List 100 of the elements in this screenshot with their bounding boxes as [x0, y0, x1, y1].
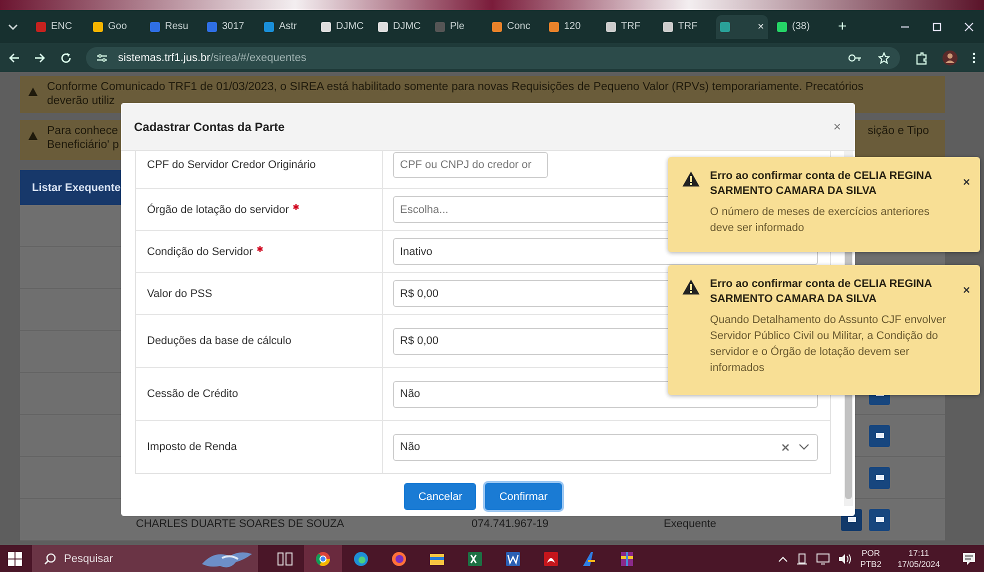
spreadsheet-icon[interactable]	[467, 550, 483, 566]
address-field[interactable]: sistemas.trf1.jus.br/sirea/#/exequentes	[86, 46, 900, 68]
forward-icon[interactable]	[34, 52, 46, 64]
close-button[interactable]: ×	[962, 175, 970, 242]
browser-tab[interactable]: DJMC	[317, 14, 369, 38]
field-label: Cessão de Crédito	[147, 388, 238, 400]
warning-icon	[28, 87, 38, 96]
close-button[interactable]: ×	[833, 119, 841, 134]
search-icon	[44, 552, 56, 564]
tab-title: Resu	[165, 21, 188, 32]
notice-text: sição e Tipo	[868, 124, 929, 138]
field-label: Condição do Servidor	[147, 246, 253, 258]
task-view-icon[interactable]	[277, 550, 293, 566]
tab-title: 3017	[222, 21, 244, 32]
browser-tab[interactable]: TRF	[659, 14, 711, 38]
field-label: Valor do PSS	[147, 288, 212, 300]
close-icon[interactable]	[964, 22, 974, 32]
browser-tab[interactable]: Resu	[146, 14, 198, 38]
table-cell-text: 074.741.967-19	[470, 517, 550, 532]
warning-icon	[28, 131, 38, 140]
tab-title: Ple	[450, 21, 464, 32]
extensions-icon[interactable]	[914, 50, 928, 64]
browser-tab[interactable]: (38)	[773, 14, 825, 38]
browser-tab[interactable]: Goo	[89, 14, 141, 38]
network-icon[interactable]	[816, 552, 830, 564]
profile-avatar-icon[interactable]	[942, 50, 958, 66]
dialog-button[interactable]: Confirmar	[485, 483, 562, 510]
tab-title: 120	[564, 21, 581, 32]
browser-tab[interactable]: Ple	[431, 14, 483, 38]
tab-title: Goo	[108, 21, 127, 32]
notice-text: Para conhece	[47, 124, 119, 138]
speaker-icon[interactable]	[838, 552, 852, 564]
windows-start-icon[interactable]	[8, 552, 22, 566]
search-field[interactable]: Pesquisar	[32, 545, 258, 572]
field-label: CPF do Servidor Credor Originário	[147, 159, 316, 171]
favicon-icon	[207, 22, 217, 32]
toast-title: Erro ao confirmar conta de CELIA REGINA SARMENTO CAMARA DA SILVA	[710, 169, 933, 199]
card-icon	[848, 517, 856, 522]
card-icon	[876, 517, 884, 522]
document-icon[interactable]	[505, 550, 521, 566]
favicon-icon	[93, 22, 103, 32]
action-button[interactable]	[869, 466, 890, 488]
favicon-icon	[321, 22, 331, 32]
reload-icon[interactable]	[60, 52, 72, 64]
favicon-icon	[492, 22, 502, 32]
favicon-icon	[606, 22, 616, 32]
field-label: Imposto de Renda	[147, 441, 237, 453]
select-field[interactable]: Não	[393, 434, 818, 460]
chevron-up-icon[interactable]	[778, 556, 788, 562]
browser-tab[interactable]: DJMC	[374, 14, 426, 38]
browser-tab[interactable]: ×	[716, 14, 768, 38]
dialog-title: Cadastrar Contas da Parte	[134, 120, 285, 134]
letter-a-icon[interactable]	[581, 550, 597, 566]
new-tab-button[interactable]: +	[838, 18, 847, 35]
browser-tab[interactable]: 3017	[203, 14, 255, 38]
maximize-icon[interactable]	[932, 22, 942, 32]
card-icon	[876, 475, 884, 480]
warning-icon	[682, 171, 700, 187]
tab-title: ENC	[51, 21, 72, 32]
archive-icon[interactable]	[619, 550, 635, 566]
card-icon	[876, 433, 884, 438]
clear-icon[interactable]	[782, 444, 789, 450]
tab-title: DJMC	[336, 21, 364, 32]
favicon-icon	[663, 22, 673, 32]
back-icon[interactable]	[8, 52, 20, 64]
tab-title: Astr	[279, 21, 297, 32]
dialog-button[interactable]: Cancelar	[404, 483, 476, 510]
favicon-icon	[378, 22, 388, 32]
menu-icon[interactable]	[972, 52, 976, 64]
tab-close-button[interactable]: ×	[758, 20, 764, 32]
input-field[interactable]: CPF ou CNPJ do credor or	[393, 152, 548, 178]
clock[interactable]: 17:11 17/05/2024	[897, 548, 940, 570]
tab-title: DJMC	[393, 21, 421, 32]
browser-tab[interactable]: TRF	[602, 14, 654, 38]
notification-icon[interactable]	[962, 552, 976, 566]
globe-icon[interactable]	[353, 550, 369, 566]
site-info-icon[interactable]	[96, 52, 108, 62]
browser-tab[interactable]: ENC	[32, 14, 84, 38]
tab-list-icon[interactable]	[8, 22, 18, 30]
favicon-icon	[150, 22, 160, 32]
star-icon[interactable]	[878, 52, 890, 64]
key-icon[interactable]	[848, 52, 862, 62]
tab-title: TRF	[621, 21, 640, 32]
fox-icon[interactable]	[391, 550, 407, 566]
field-label: Órgão de lotação do servidor	[147, 204, 289, 216]
favicon-icon	[36, 22, 46, 32]
action-button[interactable]	[869, 508, 890, 530]
chevron-down-icon[interactable]	[799, 444, 809, 450]
close-button[interactable]: ×	[962, 283, 970, 385]
pdf-icon[interactable]	[543, 550, 559, 566]
table-cell-text: Exequente	[662, 517, 718, 532]
language-indicator[interactable]: POR PTB2	[860, 548, 882, 570]
browser-tab[interactable]: Conc	[488, 14, 540, 38]
browser-tab[interactable]: Astr	[260, 14, 312, 38]
action-button[interactable]	[869, 424, 890, 446]
browser-icon[interactable]	[315, 550, 331, 566]
browser-tab[interactable]: 120	[545, 14, 597, 38]
device-icon[interactable]	[796, 552, 808, 564]
table-cell-text: CHARLES DUARTE SOARES DE SOUZA	[134, 517, 346, 532]
favicon-icon	[777, 22, 787, 32]
